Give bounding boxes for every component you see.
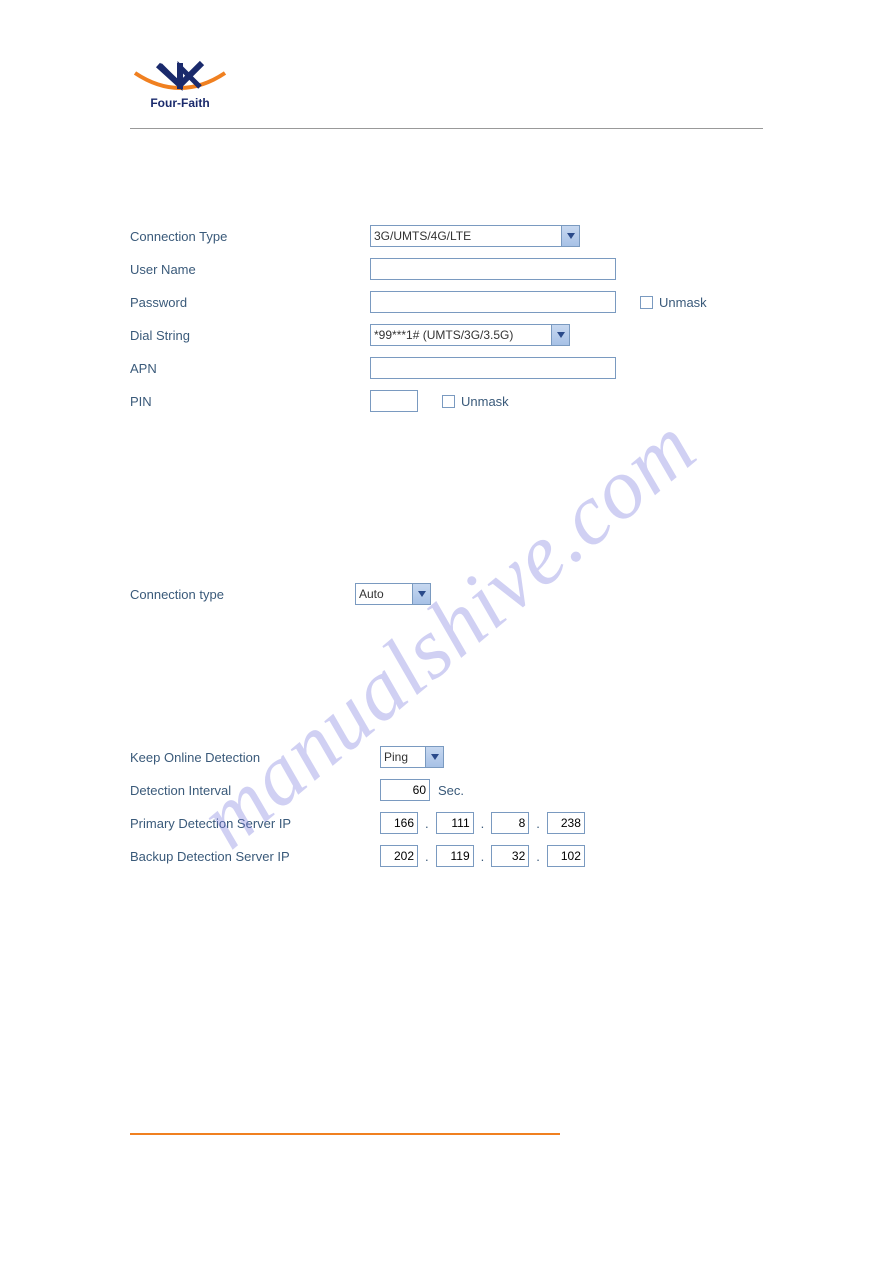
password-unmask-checkbox[interactable] [640,296,653,309]
backup-ip-octet-4[interactable] [547,845,585,867]
dial-string-label: Dial String [130,328,370,343]
pin-input[interactable] [370,390,418,412]
backup-ip-octet-1[interactable] [380,845,418,867]
footer-rule [130,1133,560,1135]
chevron-down-icon [425,747,443,767]
brand-logo-icon: Four-Faith [130,55,230,115]
connection-type-value: 3G/UMTS/4G/LTE [374,229,471,243]
pin-unmask-label: Unmask [461,394,509,409]
backup-ip-octet-3[interactable] [491,845,529,867]
user-name-input[interactable] [370,258,616,280]
connection-type2-select[interactable]: Auto [355,583,431,605]
keep-online-label: Keep Online Detection [130,750,380,765]
ip-dot: . [424,816,430,831]
password-input[interactable] [370,291,616,313]
primary-ip-octet-3[interactable] [491,812,529,834]
chevron-down-icon [551,325,569,345]
svg-text:Four-Faith: Four-Faith [150,96,209,110]
chevron-down-icon [561,226,579,246]
connection-type-label: Connection Type [130,229,370,244]
keep-online-select[interactable]: Ping [380,746,444,768]
connection-type2-label: Connection type [130,587,355,602]
keep-online-value: Ping [384,750,408,764]
apn-input[interactable] [370,357,616,379]
primary-ip-label: Primary Detection Server IP [130,816,380,831]
password-unmask-label: Unmask [659,295,707,310]
apn-label: APN [130,361,370,376]
dial-string-select[interactable]: *99***1# (UMTS/3G/3.5G) [370,324,570,346]
pin-label: PIN [130,394,370,409]
ip-dot: . [535,816,541,831]
connection-type2-value: Auto [359,587,384,601]
ip-dot: . [424,849,430,864]
detection-interval-input[interactable] [380,779,430,801]
detection-interval-label: Detection Interval [130,783,380,798]
backup-ip-octet-2[interactable] [436,845,474,867]
connection-type-select[interactable]: 3G/UMTS/4G/LTE [370,225,580,247]
ip-dot: . [480,816,486,831]
chevron-down-icon [412,584,430,604]
ip-dot: . [535,849,541,864]
primary-ip-octet-1[interactable] [380,812,418,834]
ip-dot: . [480,849,486,864]
primary-ip-octet-4[interactable] [547,812,585,834]
logo-area: Four-Faith [130,55,763,129]
detection-interval-unit: Sec. [438,783,464,798]
dial-string-value: *99***1# (UMTS/3G/3.5G) [374,328,513,342]
pin-unmask-checkbox[interactable] [442,395,455,408]
user-name-label: User Name [130,262,370,277]
primary-ip-octet-2[interactable] [436,812,474,834]
backup-ip-label: Backup Detection Server IP [130,849,380,864]
password-label: Password [130,295,370,310]
